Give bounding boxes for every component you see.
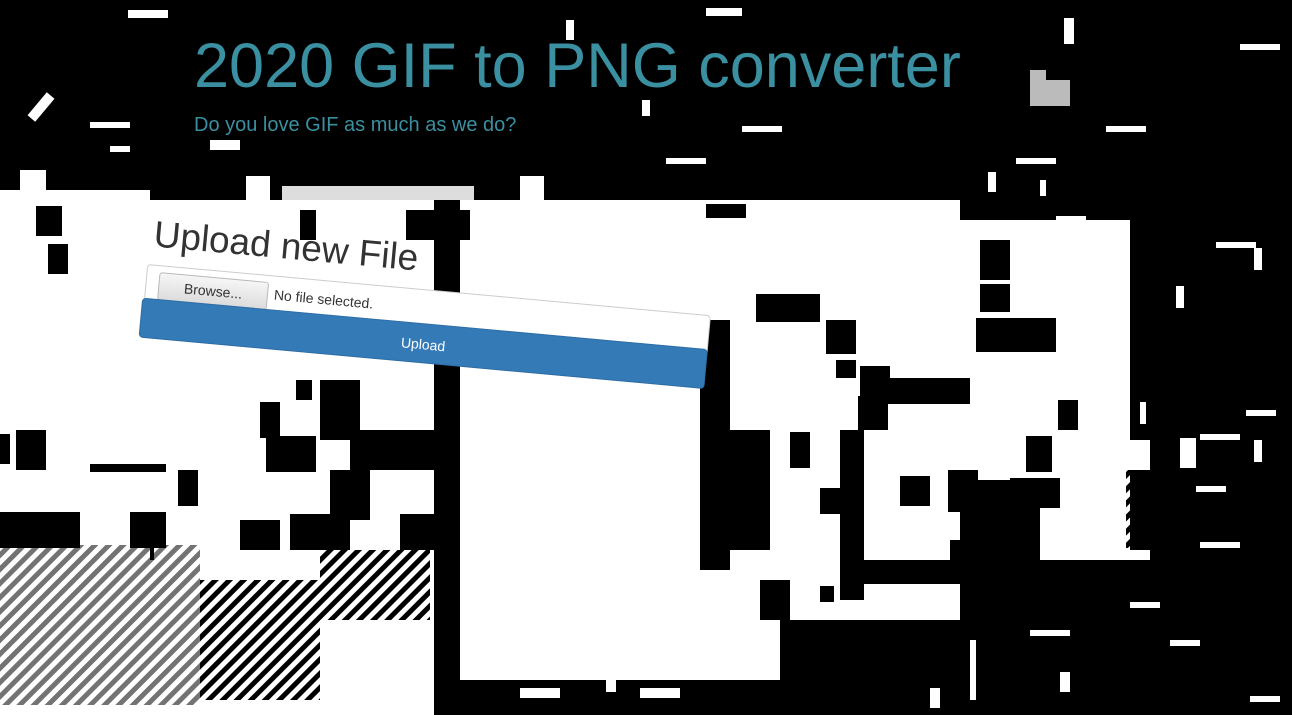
file-status-text: No file selected. (273, 286, 374, 312)
site-title: 2020 GIF to PNG converter (194, 31, 961, 101)
page: 2020 GIF to PNG converter Do you love GI… (0, 0, 1292, 715)
site-subtitle: Do you love GIF as much as we do? (194, 114, 517, 136)
